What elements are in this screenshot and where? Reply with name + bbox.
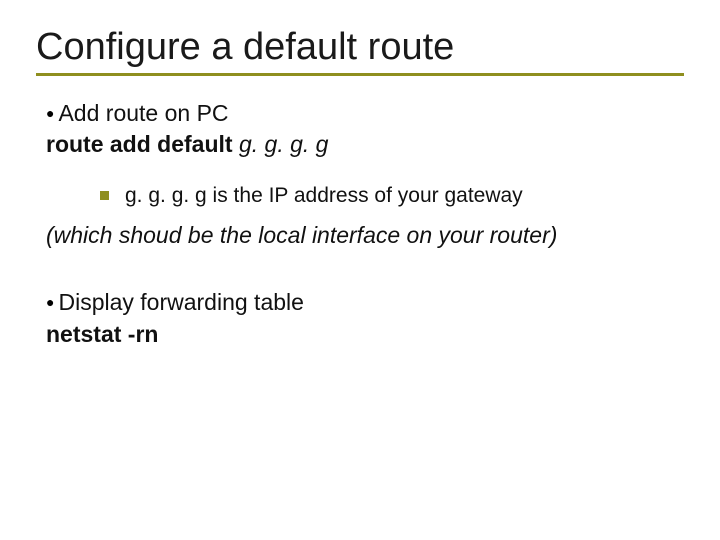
bullet-display-table: ● Display forwarding table xyxy=(46,287,684,318)
bullet-display-table-text: Display forwarding table xyxy=(58,287,303,318)
bullet-dot-icon: ● xyxy=(46,98,54,128)
slide: Configure a default route ● Add route on… xyxy=(0,0,720,540)
note-local-interface: (which shoud be the local interface on y… xyxy=(46,220,684,251)
command-netstat-fixed: netstat -rn xyxy=(46,321,158,347)
slide-body: ● Add route on PC route add default g. g… xyxy=(36,98,684,350)
bullet-add-route: ● Add route on PC xyxy=(46,98,684,129)
square-bullet-icon xyxy=(100,191,109,200)
command-route-add: route add default g. g. g. g xyxy=(46,129,684,160)
sub-bullet-gateway: g. g. g. g is the IP address of your gat… xyxy=(100,182,684,210)
bullet-dot-icon: ● xyxy=(46,287,54,317)
title-underline xyxy=(36,73,684,76)
command-netstat: netstat -rn xyxy=(46,319,684,350)
sub-bullet-gateway-text: g. g. g. g is the IP address of your gat… xyxy=(125,182,523,210)
section-display-table: ● Display forwarding table netstat -rn xyxy=(36,287,684,349)
command-route-add-arg: g. g. g. g xyxy=(239,131,329,157)
slide-title: Configure a default route xyxy=(36,26,684,69)
command-route-add-fixed: route add default xyxy=(46,131,239,157)
bullet-add-route-text: Add route on PC xyxy=(58,98,228,129)
